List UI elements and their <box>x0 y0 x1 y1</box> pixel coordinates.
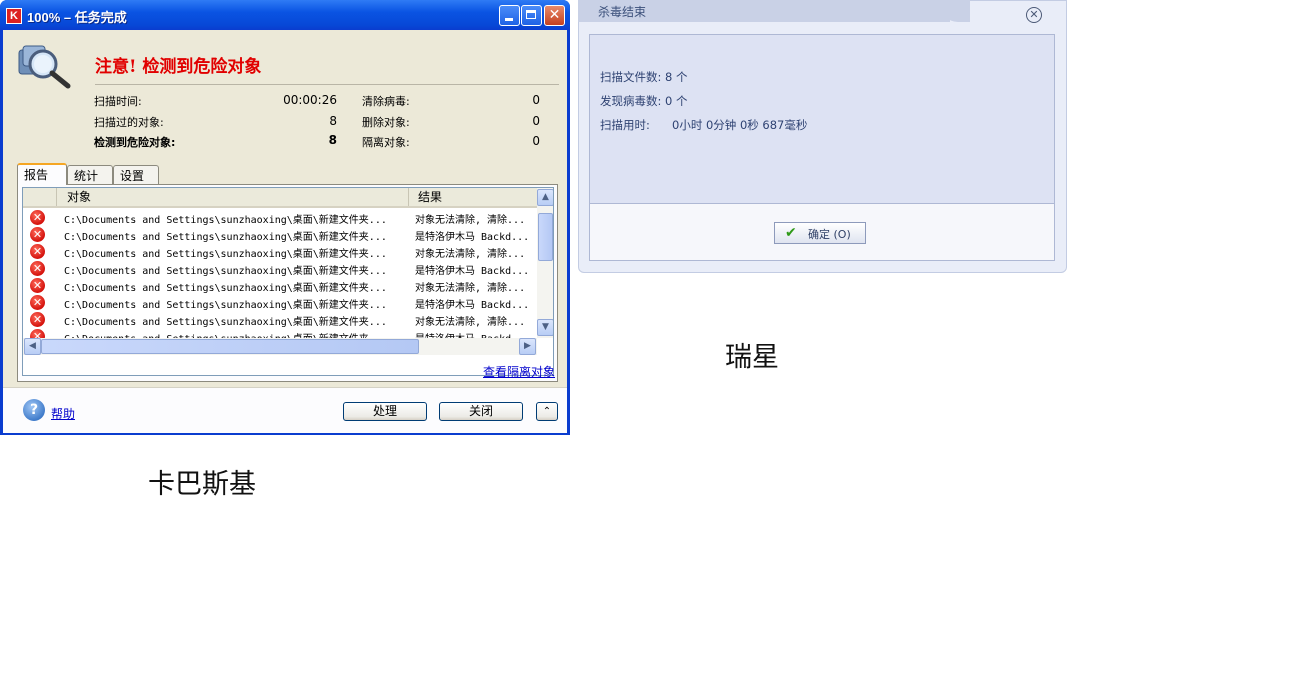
horizontal-scroll-thumb[interactable] <box>41 339 419 354</box>
object-cell: C:\Documents and Settings\sunzhaoxing\桌面… <box>64 215 387 226</box>
close-button[interactable]: 关闭 <box>439 402 523 421</box>
viruses-found: 发现病毒数: 0 个 <box>600 94 688 108</box>
kaspersky-logo-icon: K <box>6 8 22 24</box>
ok-button-label: 确定 (O) <box>808 228 851 241</box>
view-quarantine-link[interactable]: 查看隔离对象 <box>483 363 555 380</box>
minimize-icon <box>505 18 513 21</box>
danger-detected-heading: 注意! 检测到危险对象 <box>95 57 262 77</box>
files-scanned: 扫描文件数: 8 个 <box>600 70 688 84</box>
header-icon-column <box>23 188 57 206</box>
rising-result-panel: 扫描文件数: 8 个 发现病毒数: 0 个 扫描用时: 0小时 0分钟 0秒 6… <box>589 34 1055 204</box>
object-cell: C:\Documents and Settings\sunzhaoxing\桌面… <box>64 232 387 243</box>
help-link[interactable]: 帮助 <box>51 405 75 422</box>
object-cell: C:\Documents and Settings\sunzhaoxing\桌面… <box>64 266 387 277</box>
scroll-left-button[interactable]: ◀ <box>24 338 41 355</box>
error-icon: ✕ <box>30 210 45 225</box>
ok-button[interactable]: ✔ 确定 (O) <box>774 222 866 244</box>
error-icon: ✕ <box>30 278 45 293</box>
result-cell: 对象无法清除, 清除... <box>415 249 526 260</box>
dialog-footer: ? 帮助 处理 关闭 ⌃ <box>3 387 567 433</box>
vertical-scroll-thumb[interactable] <box>538 213 553 261</box>
rising-close-button[interactable]: ✕ <box>1026 7 1042 23</box>
object-cell: C:\Documents and Settings\sunzhaoxing\桌面… <box>64 283 387 294</box>
error-icon: ✕ <box>30 261 45 276</box>
horizontal-scrollbar[interactable]: ◀ ▶ <box>23 338 537 355</box>
detected-objects-label: 检测到危险对象: <box>94 136 176 149</box>
object-cell: C:\Documents and Settings\sunzhaoxing\桌面… <box>64 300 387 311</box>
deleted-label: 删除对象: <box>362 116 410 129</box>
collapse-button[interactable]: ⌃ <box>536 402 558 421</box>
table-row[interactable]: ✕ C:\Documents and Settings\sunzhaoxing\桌… <box>23 294 537 311</box>
rising-title: 杀毒结束 <box>598 5 647 19</box>
result-cell: 是特洛伊木马 Backd... <box>415 300 530 311</box>
kaspersky-window: K 100% – 任务完成 ✕ 注意! 检测到危险对象 扫描时间: 00:00:… <box>0 0 570 435</box>
tab-report[interactable]: 报告 <box>17 163 67 185</box>
result-cell: 是特洛伊木马 Backd... <box>415 232 530 243</box>
object-cell: C:\Documents and Settings\sunzhaoxing\桌面… <box>64 317 387 328</box>
header-object[interactable]: 对象 <box>57 188 409 206</box>
table-row[interactable]: ✕ C:\Documents and Settings\sunzhaoxing\桌… <box>23 243 537 260</box>
error-icon: ✕ <box>30 227 45 242</box>
rising-window: 杀毒结束 ✕ 扫描文件数: 8 个 发现病毒数: 0 个 扫描用时: 0小时 0… <box>578 0 1067 273</box>
error-icon: ✕ <box>30 312 45 327</box>
result-cell: 对象无法清除, 清除... <box>415 317 526 328</box>
report-list[interactable]: 对象 结果 ✕ C:\Documents and Settings\sunzhao… <box>22 187 554 376</box>
scroll-up-button[interactable]: ▲ <box>537 189 553 206</box>
quarantined-value: 0 <box>532 134 540 148</box>
scroll-right-button[interactable]: ▶ <box>519 338 536 355</box>
vertical-scrollbar[interactable]: ▲ ▼ <box>537 188 553 338</box>
process-button[interactable]: 处理 <box>343 402 427 421</box>
close-icon: ✕ <box>1029 8 1039 21</box>
error-icon: ✕ <box>30 244 45 259</box>
list-header: 对象 结果 <box>23 188 537 208</box>
double-chevron-up-icon: ⌃ <box>542 406 552 417</box>
maximize-button[interactable] <box>521 5 542 26</box>
dialog-body: 注意! 检测到危险对象 扫描时间: 00:00:26 扫描过的对象: 8 检测到… <box>3 30 567 433</box>
checkmark-icon: ✔ <box>785 225 797 241</box>
table-row[interactable]: ✕ C:\Documents and Settings\sunzhaoxing\桌… <box>23 311 537 328</box>
minimize-button[interactable] <box>499 5 520 26</box>
table-row[interactable]: ✕ C:\Documents and Settings\sunzhaoxing\桌… <box>23 277 537 294</box>
result-cell: 是特洛伊木马 Backd... <box>415 266 530 277</box>
maximize-icon <box>526 10 536 19</box>
header-result[interactable]: 结果 <box>409 188 537 206</box>
error-icon: ✕ <box>30 295 45 310</box>
table-row[interactable]: ✕ C:\Documents and Settings\sunzhaoxing\桌… <box>23 209 537 226</box>
result-cell: 对象无法清除, 清除... <box>415 283 526 294</box>
cleaned-label: 清除病毒: <box>362 95 410 108</box>
result-cell: 对象无法清除, 清除... <box>415 215 526 226</box>
scan-magnifier-icon <box>18 45 71 89</box>
help-icon[interactable]: ? <box>23 399 45 421</box>
table-row[interactable]: ✕ C:\Documents and Settings\sunzhaoxing\桌… <box>23 226 537 243</box>
close-window-button[interactable]: ✕ <box>544 5 565 26</box>
quarantined-label: 隔离对象: <box>362 136 410 149</box>
time-used-label: 扫描用时: <box>600 118 650 132</box>
scroll-down-button[interactable]: ▼ <box>537 319 553 336</box>
window-title: 100% – 任务完成 <box>27 10 127 25</box>
scan-time-label: 扫描时间: <box>94 95 142 108</box>
scan-time-value: 00:00:26 <box>283 93 337 107</box>
kaspersky-caption: 卡巴斯基 <box>148 469 256 500</box>
heading-divider <box>95 84 559 85</box>
close-icon: ✕ <box>548 7 561 23</box>
cleaned-value: 0 <box>532 93 540 107</box>
title-bar[interactable]: K 100% – 任务完成 ✕ <box>0 0 570 30</box>
deleted-value: 0 <box>532 114 540 128</box>
time-used-value: 0小时 0分钟 0秒 687毫秒 <box>672 118 808 132</box>
tab-settings[interactable]: 设置 <box>113 165 159 184</box>
scanned-objects-value: 8 <box>329 114 337 128</box>
scanned-objects-label: 扫描过的对象: <box>94 116 164 129</box>
detected-objects-value: 8 <box>328 133 337 147</box>
object-cell: C:\Documents and Settings\sunzhaoxing\桌面… <box>64 249 387 260</box>
rising-caption: 瑞星 <box>725 342 779 373</box>
tab-statistics[interactable]: 统计 <box>67 165 113 184</box>
table-row[interactable]: ✕ C:\Documents and Settings\sunzhaoxing\桌… <box>23 260 537 277</box>
